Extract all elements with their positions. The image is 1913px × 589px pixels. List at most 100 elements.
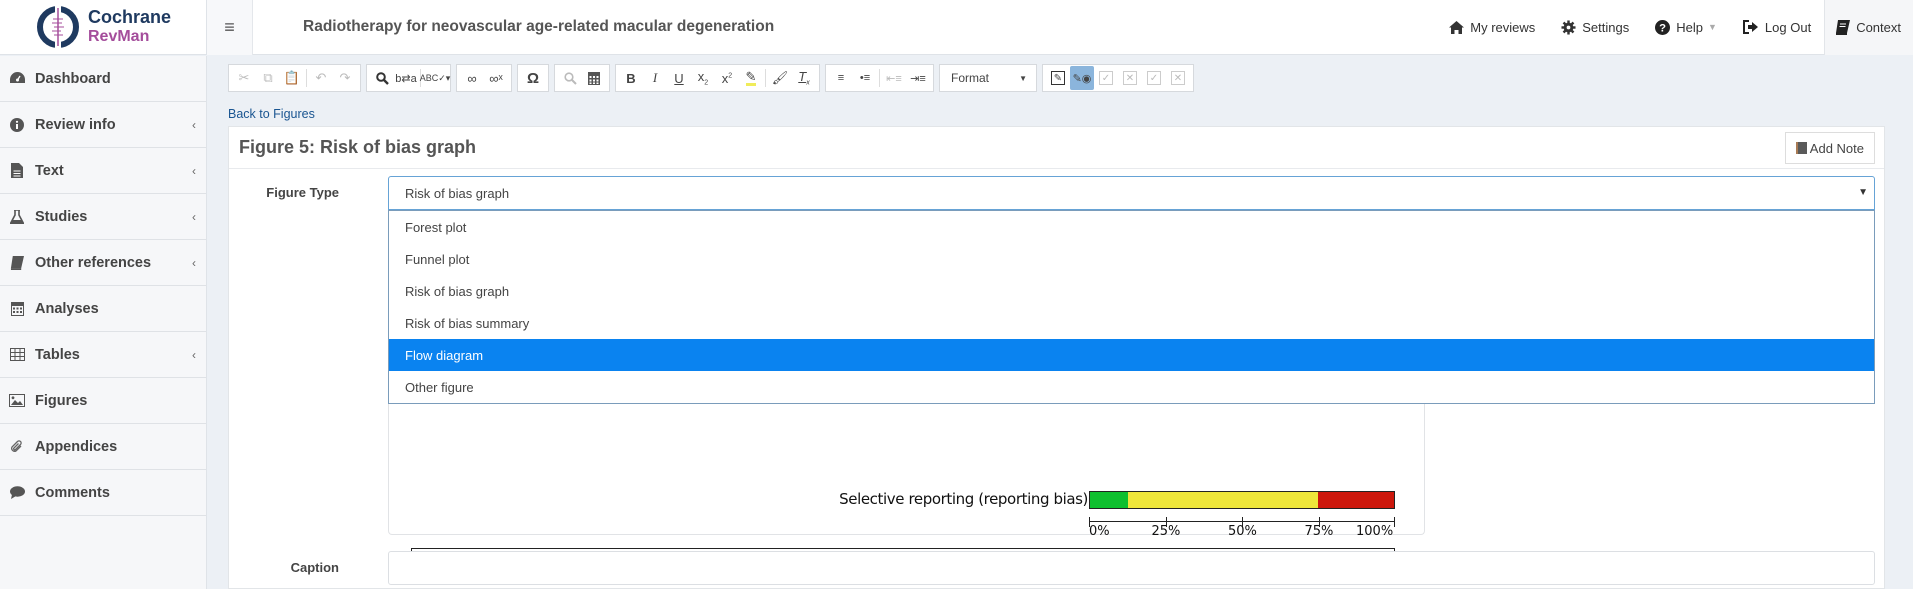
dropdown-option[interactable]: Risk of bias graph bbox=[389, 275, 1874, 307]
cochrane-logo-icon bbox=[36, 5, 80, 49]
context-toggle[interactable]: Context bbox=[1824, 0, 1913, 55]
gear-icon bbox=[1561, 19, 1576, 35]
sidebar-item-other-references[interactable]: Other references ‹ bbox=[0, 240, 206, 286]
figure-panel-header: Figure 5: Risk of bias graph bbox=[229, 127, 1884, 169]
paste-button[interactable]: 📋 bbox=[280, 66, 304, 90]
undo-button[interactable]: ↶ bbox=[309, 66, 333, 90]
reject-change-button[interactable]: ✕ bbox=[1118, 66, 1142, 90]
figure-panel: Figure 5: Risk of bias graph Add Note Fi… bbox=[228, 126, 1885, 589]
find-button[interactable] bbox=[370, 66, 394, 90]
caret-down-icon: ▼ bbox=[1858, 187, 1868, 198]
rob-category-label: Selective reporting (reporting bias) bbox=[839, 490, 1088, 508]
sidebar-item-label: Comments bbox=[35, 484, 110, 501]
bold-button[interactable]: B bbox=[619, 66, 643, 90]
track-changes-group: ✎ ✎◉ ✓ ✕ ✓ ✕ bbox=[1042, 64, 1194, 92]
accept-change-button[interactable]: ✓ bbox=[1094, 66, 1118, 90]
redo-button[interactable]: ↷ bbox=[333, 66, 357, 90]
indent-icon: ⇥≡ bbox=[910, 72, 926, 85]
bar-segment-high-risk-of-bias bbox=[1318, 492, 1394, 508]
book-icon bbox=[9, 255, 25, 271]
dropdown-option[interactable]: Funnel plot bbox=[389, 243, 1874, 275]
x-tick bbox=[1394, 517, 1395, 527]
format-painter-button[interactable]: 🖌 bbox=[768, 66, 792, 90]
sidebar-item-label: Studies bbox=[35, 208, 88, 225]
sidebar-item-tables[interactable]: Tables ‹ bbox=[0, 332, 206, 378]
sidebar-item-label: Figures bbox=[35, 392, 88, 409]
logo[interactable]: Cochrane RevMan bbox=[0, 0, 207, 55]
my-reviews-label: My reviews bbox=[1470, 19, 1536, 35]
book-icon bbox=[1836, 19, 1851, 35]
unlink-button[interactable]: ∞ˣ bbox=[484, 66, 508, 90]
help-label: Help bbox=[1676, 19, 1703, 35]
sidebar-item-label: Other references bbox=[35, 254, 152, 271]
underline-button[interactable]: U bbox=[667, 66, 691, 90]
sidebar-item-review-info[interactable]: Review info ‹ bbox=[0, 102, 206, 148]
my-reviews-link[interactable]: My reviews bbox=[1436, 0, 1548, 55]
caption-input[interactable] bbox=[388, 551, 1875, 585]
undo-icon: ↶ bbox=[315, 70, 327, 85]
dropdown-option[interactable]: Risk of bias summary bbox=[389, 307, 1874, 339]
clipboard-group: ✂ ⧉ 📋 ↶ ↷ bbox=[228, 64, 361, 92]
help-menu[interactable]: ? Help ▼ bbox=[1642, 0, 1730, 55]
sidebar-item-text[interactable]: Text ‹ bbox=[0, 148, 206, 194]
show-changes-button[interactable]: ✎◉ bbox=[1070, 66, 1094, 90]
replace-icon: b⇄a bbox=[395, 72, 417, 85]
tools-group bbox=[554, 64, 610, 92]
dropdown-option[interactable]: Other figure bbox=[389, 371, 1874, 403]
scissors-icon: ✂ bbox=[238, 70, 250, 85]
format-dropdown[interactable]: Format ▼ bbox=[943, 71, 1033, 85]
bulleted-list-button[interactable]: •≡ bbox=[853, 66, 877, 90]
subscript-icon: x2 bbox=[697, 69, 709, 87]
x-tick-label: 75% bbox=[1304, 524, 1334, 539]
figure-type-select[interactable]: Risk of bias graph ▼ bbox=[388, 176, 1875, 210]
link-group: ∞ ∞ˣ bbox=[456, 64, 512, 92]
sidebar: Dashboard Review info ‹ Text ‹ Studies ‹… bbox=[0, 56, 207, 589]
copy-button[interactable]: ⧉ bbox=[256, 66, 280, 90]
sidebar-item-analyses[interactable]: Analyses bbox=[0, 286, 206, 332]
logout-label: Log Out bbox=[1764, 19, 1812, 35]
highlight-button[interactable]: ✎ bbox=[739, 66, 763, 90]
sidebar-item-dashboard[interactable]: Dashboard bbox=[0, 56, 206, 102]
top-nav-menu: My reviews Settings ? Help ▼ Log Out Con… bbox=[1436, 0, 1913, 55]
x-tick-label: 50% bbox=[1228, 524, 1257, 539]
track-changes-button[interactable]: ✎ bbox=[1046, 66, 1070, 90]
top-navbar: ≡ Radiotherapy for neovascular age-relat… bbox=[207, 0, 1913, 55]
calculator-icon bbox=[588, 71, 600, 85]
back-to-figures-link[interactable]: Back to Figures bbox=[228, 107, 315, 121]
x-tick-label: 25% bbox=[1151, 524, 1181, 539]
italic-button[interactable]: I bbox=[643, 66, 667, 90]
formatting-group: B I U x2 x2 ✎ 🖌 Tx bbox=[615, 64, 820, 92]
superscript-button[interactable]: x2 bbox=[715, 66, 739, 90]
special-character-button[interactable]: Ω bbox=[521, 66, 545, 90]
sidebar-item-appendices[interactable]: Appendices bbox=[0, 424, 206, 470]
logout-link[interactable]: Log Out bbox=[1730, 0, 1824, 55]
unlink-icon: ∞ˣ bbox=[489, 70, 503, 86]
sidebar-item-studies[interactable]: Studies ‹ bbox=[0, 194, 206, 240]
cut-button[interactable]: ✂ bbox=[232, 66, 256, 90]
add-note-button[interactable]: Add Note bbox=[1784, 132, 1875, 164]
sidebar-item-figures[interactable]: Figures bbox=[0, 378, 206, 424]
increase-indent-button[interactable]: ⇥≡ bbox=[906, 66, 930, 90]
calculator-button[interactable] bbox=[582, 66, 606, 90]
numbered-list-button[interactable]: ≡ bbox=[829, 66, 853, 90]
settings-link[interactable]: Settings bbox=[1548, 0, 1642, 55]
ordered-list-icon: ≡ bbox=[837, 72, 845, 84]
dropdown-option[interactable]: Forest plot bbox=[389, 211, 1874, 243]
spellcheck-button[interactable]: ABC✓▾ bbox=[420, 66, 451, 90]
reject-all-button[interactable]: ✕ bbox=[1166, 66, 1190, 90]
dropdown-option[interactable]: Flow diagram bbox=[389, 339, 1874, 371]
replace-button[interactable]: b⇄a bbox=[394, 66, 418, 90]
accept-all-button[interactable]: ✓ bbox=[1142, 66, 1166, 90]
decrease-indent-button[interactable]: ⇤≡ bbox=[882, 66, 906, 90]
zoom-search-button[interactable] bbox=[558, 66, 582, 90]
link-button[interactable]: ∞ bbox=[460, 66, 484, 90]
accept-all-icon: ✓ bbox=[1147, 71, 1161, 85]
track-changes-icon: ✎ bbox=[1051, 71, 1065, 85]
sidebar-toggle-button[interactable]: ≡ bbox=[207, 0, 253, 55]
rob-stacked-bar bbox=[1089, 491, 1395, 509]
clear-formatting-button[interactable]: Tx bbox=[792, 66, 816, 90]
sidebar-item-comments[interactable]: Comments bbox=[0, 470, 206, 516]
subscript-button[interactable]: x2 bbox=[691, 66, 715, 90]
sidebar-item-label: Text bbox=[35, 162, 64, 179]
reject-change-icon: ✕ bbox=[1123, 71, 1137, 85]
